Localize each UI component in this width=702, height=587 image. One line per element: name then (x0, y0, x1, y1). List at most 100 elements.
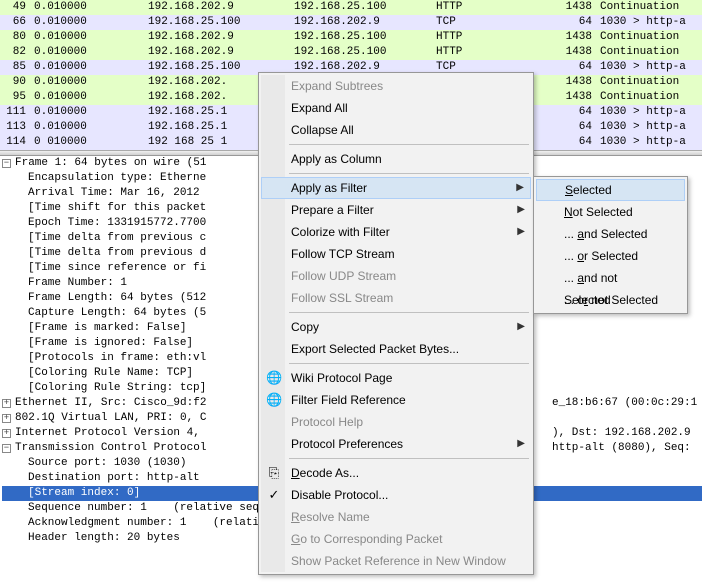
expand-icon[interactable]: + (2, 414, 11, 423)
menu-item-protocol-preferences[interactable]: Protocol Preferences▶ (261, 433, 531, 455)
col-src: 192.168.202.9 (148, 0, 294, 15)
col-time: 0.010000 (30, 45, 148, 60)
col-time: 0.010000 (30, 120, 148, 135)
col-len: 64 (536, 135, 596, 150)
menu-label: Follow TCP Stream (291, 247, 395, 261)
context-menu: Expand Subtrees Expand All Collapse All App… (258, 72, 534, 575)
detail-text: Epoch Time: 1331915772.7700 (28, 216, 206, 231)
menu-item-copy[interactable]: Copy▶ (261, 316, 531, 338)
col-dst: 192.168.25.100 (294, 45, 436, 60)
menu-label: Not Selected (564, 205, 633, 219)
detail-text: [Time since reference or fi (28, 261, 206, 276)
col-len: 64 (536, 105, 596, 120)
col-src: 192.168.202.9 (148, 30, 294, 45)
submenu-item-and-not-selected[interactable]: ... and not Selected (536, 267, 685, 289)
col-info: 1030 > http-a (596, 135, 702, 150)
menu-item-go-to-corresponding-packet: Go to Corresponding Packet (261, 528, 531, 550)
col-no: 95 (0, 90, 30, 105)
col-time: 0 010000 (30, 135, 148, 150)
detail-text-tail: ), Dst: 192.168.202.9 (552, 426, 697, 441)
menu-item-apply-as-filter[interactable]: Apply as Filter▶ (261, 177, 531, 199)
menu-label: ... or not Selected (564, 293, 658, 307)
packet-row[interactable]: 490.010000192.168.202.9192.168.25.100HTT… (0, 0, 702, 15)
menu-label: Decode As... (291, 466, 359, 480)
menu-item-filter-field-reference[interactable]: 🌐 Filter Field Reference (261, 389, 531, 411)
menu-separator (289, 173, 529, 174)
submenu-item-or-not-selected[interactable]: ... or not Selected (536, 289, 685, 311)
detail-text: Arrival Time: Mar 16, 2012 (28, 186, 206, 201)
detail-text: [Time shift for this packet (28, 201, 206, 216)
submenu-item-or-selected[interactable]: ... or Selected (536, 245, 685, 267)
menu-label: Apply as Column (291, 152, 382, 166)
col-no: 113 (0, 120, 30, 135)
menu-label: Follow SSL Stream (291, 291, 393, 305)
packet-row[interactable]: 800.010000192.168.202.9192.168.25.100HTT… (0, 30, 702, 45)
submenu-item-not-selected[interactable]: Not Selected (536, 201, 685, 223)
submenu-arrow-icon: ▶ (516, 178, 524, 198)
menu-item-follow-tcp-stream[interactable]: Follow TCP Stream (261, 243, 531, 265)
col-time: 0.010000 (30, 105, 148, 120)
col-no: 82 (0, 45, 30, 60)
detail-text-tail: e_18:b6:67 (00:0c:29:1 (552, 396, 697, 411)
menu-icon: 🌐 (266, 392, 282, 408)
col-time: 0.010000 (30, 60, 148, 75)
detail-text: [Time delta from previous c (28, 231, 206, 246)
menu-separator (289, 458, 529, 459)
col-src: 192.168.25.100 (148, 15, 294, 30)
menu-label: ... or Selected (564, 249, 638, 263)
detail-text-tail: http-alt (8080), Seq: (552, 441, 697, 456)
col-info: 1030 > http-a (596, 15, 702, 30)
menu-item-decode-as[interactable]: ⎘Decode As... (261, 462, 531, 484)
col-info: Continuation (596, 30, 702, 45)
col-proto: HTTP (436, 45, 536, 60)
detail-text: [Protocols in frame: eth:vl (28, 351, 206, 366)
menu-label: Selected (565, 183, 612, 197)
menu-item-expand-all[interactable]: Expand All (261, 97, 531, 119)
detail-text: [Coloring Rule Name: TCP] (28, 366, 193, 381)
detail-text: [Stream index: 0] (28, 486, 140, 501)
submenu-item-selected[interactable]: Selected (536, 179, 685, 201)
col-no: 90 (0, 75, 30, 90)
menu-label: Show Packet Reference in New Window (291, 554, 506, 568)
col-dst: 192.168.202.9 (294, 15, 436, 30)
detail-text: Transmission Control Protocol (15, 441, 206, 456)
menu-item-colorize-with-filter[interactable]: Colorize with Filter▶ (261, 221, 531, 243)
menu-label: Disable Protocol... (291, 488, 388, 502)
menu-item-collapse-all[interactable]: Collapse All (261, 119, 531, 141)
col-time: 0.010000 (30, 30, 148, 45)
menu-item-apply-as-column[interactable]: Apply as Column (261, 148, 531, 170)
col-info: 1030 > http-a (596, 60, 702, 75)
col-no: 111 (0, 105, 30, 120)
detail-text: [Frame is marked: False] (28, 321, 186, 336)
col-dst: 192.168.25.100 (294, 30, 436, 45)
collapse-icon[interactable]: − (2, 444, 11, 453)
menu-item-export-selected-packet-bytes[interactable]: Export Selected Packet Bytes... (261, 338, 531, 360)
menu-label: Colorize with Filter (291, 225, 390, 239)
detail-text: Ethernet II, Src: Cisco_9d:f2 (15, 396, 206, 411)
menu-item-prepare-a-filter[interactable]: Prepare a Filter▶ (261, 199, 531, 221)
menu-item-resolve-name: Resolve Name (261, 506, 531, 528)
menu-item-expand-subtrees: Expand Subtrees (261, 75, 531, 97)
col-no: 85 (0, 60, 30, 75)
detail-text: [Frame is ignored: False] (28, 336, 193, 351)
menu-label: Follow UDP Stream (291, 269, 396, 283)
menu-label: Filter Field Reference (291, 393, 406, 407)
submenu-arrow-icon: ▶ (517, 199, 525, 221)
expand-icon[interactable]: + (2, 399, 11, 408)
col-info: 1030 > http-a (596, 105, 702, 120)
collapse-icon[interactable]: − (2, 159, 11, 168)
packet-row[interactable]: 660.010000192.168.25.100192.168.202.9TCP… (0, 15, 702, 30)
menu-label: Go to Corresponding Packet (291, 532, 442, 546)
col-time: 0.010000 (30, 75, 148, 90)
menu-item-wiki-protocol-page[interactable]: 🌐Wiki Protocol Page (261, 367, 531, 389)
col-info: Continuation (596, 90, 702, 105)
submenu-item-and-selected[interactable]: ... and Selected (536, 223, 685, 245)
expand-icon[interactable]: + (2, 429, 11, 438)
menu-label: Expand All (291, 101, 348, 115)
menu-item-protocol-help: Protocol Help (261, 411, 531, 433)
menu-item-disable-protocol[interactable]: ✓ Disable Protocol... (261, 484, 531, 506)
packet-row[interactable]: 820.010000192.168.202.9192.168.25.100HTT… (0, 45, 702, 60)
col-len: 64 (536, 15, 596, 30)
check-icon: ✓ (266, 487, 282, 503)
col-len: 1438 (536, 45, 596, 60)
